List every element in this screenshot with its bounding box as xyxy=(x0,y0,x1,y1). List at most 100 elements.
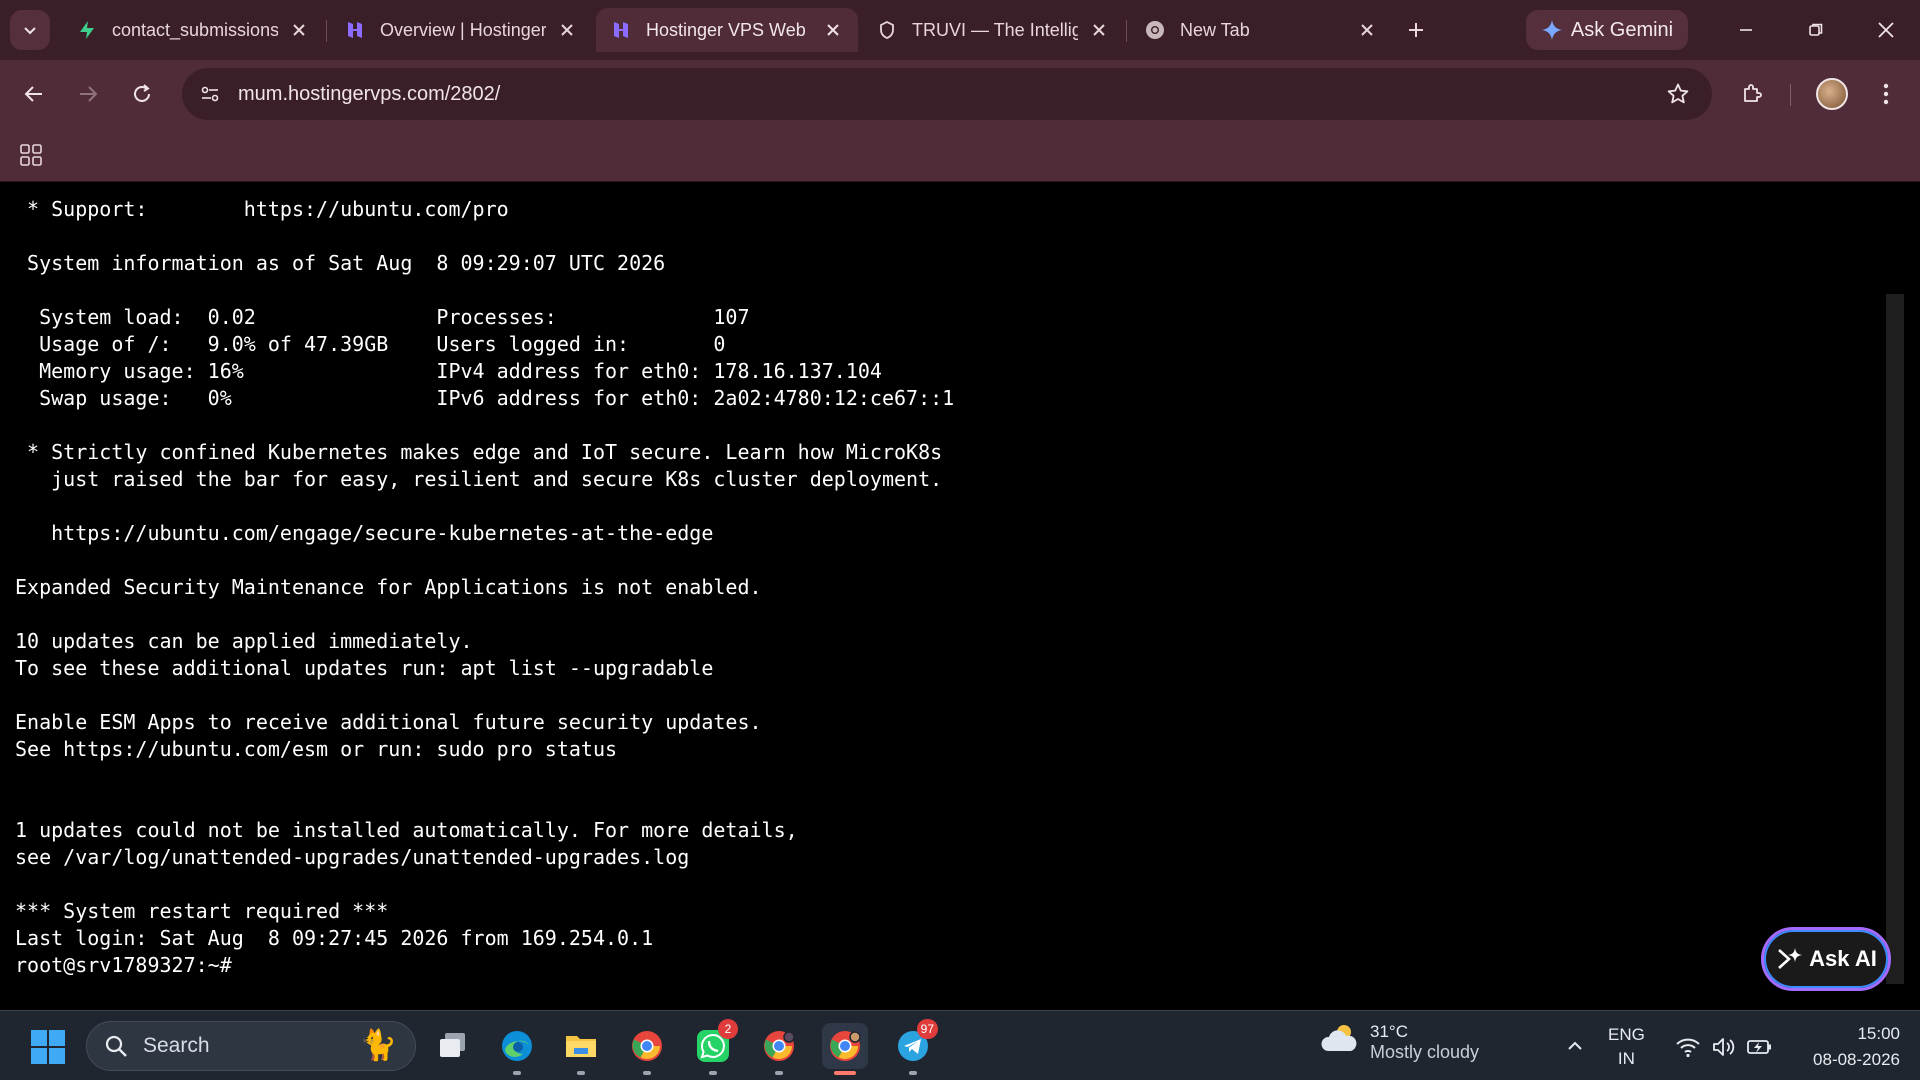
terminal-output[interactable]: * Support: https://ubuntu.com/pro System… xyxy=(15,196,954,979)
tab-title: TRUVI — The Intellig xyxy=(912,19,1078,40)
tab-overview-hostinger[interactable]: Overview | Hostinger xyxy=(330,8,592,52)
terminal-line: To see these additional updates run: apt… xyxy=(15,656,714,680)
terminal-line: Enable ESM Apps to receive additional fu… xyxy=(15,710,762,734)
tab-hostinger-vps-web[interactable]: Hostinger VPS Web xyxy=(596,8,858,52)
url-text[interactable]: mum.hostingervps.com/2802/ xyxy=(238,83,500,106)
forward-button[interactable] xyxy=(70,76,106,112)
profile-avatar[interactable] xyxy=(1816,78,1848,110)
hostinger-icon xyxy=(344,19,366,41)
hostinger-icon xyxy=(610,19,632,41)
clock-date: 08-08-2026 xyxy=(1813,1050,1900,1069)
file-explorer-app[interactable] xyxy=(558,1023,604,1075)
chrome-active-app[interactable] xyxy=(822,1023,868,1075)
restore-icon xyxy=(1809,23,1823,36)
close-icon[interactable] xyxy=(822,19,844,41)
close-window-button[interactable] xyxy=(1868,12,1904,48)
show-hidden-icons-button[interactable] xyxy=(1562,1033,1588,1059)
volume-icon[interactable] xyxy=(1710,1033,1738,1061)
wifi-icon[interactable] xyxy=(1674,1033,1702,1061)
tab-contact-submissions[interactable]: contact_submissions xyxy=(62,8,324,52)
terminal-line: see /var/log/unattended-upgrades/unatten… xyxy=(15,845,690,869)
apps-button[interactable] xyxy=(16,140,46,170)
reload-icon xyxy=(134,84,150,102)
battery-charging-icon[interactable] xyxy=(1746,1033,1774,1061)
whatsapp-app[interactable]: 2 xyxy=(690,1019,738,1075)
extensions-button[interactable] xyxy=(1734,76,1770,112)
windows-taskbar: Search 🐈 2 97 31°C Mostly cloudy ENG IN … xyxy=(0,1010,1920,1080)
edge-app[interactable] xyxy=(494,1023,540,1075)
ask-gemini-label: Ask Gemini xyxy=(1570,18,1674,41)
task-view-icon xyxy=(440,1033,465,1057)
terminal-line: * Strictly confined Kubernetes makes edg… xyxy=(15,440,943,464)
task-view-button[interactable] xyxy=(430,1023,476,1069)
minimize-icon xyxy=(1740,29,1752,31)
tab-separator xyxy=(1126,20,1127,42)
partly-cloudy-icon xyxy=(1320,1021,1360,1064)
browser-menu-button[interactable] xyxy=(1872,76,1900,112)
back-button[interactable] xyxy=(16,76,52,112)
close-icon[interactable] xyxy=(288,19,310,41)
tab-strip: contact_submissions Overview | Hostinger… xyxy=(0,0,1920,60)
toolbar-separator xyxy=(1790,84,1791,106)
tab-title: Overview | Hostinger xyxy=(380,19,546,40)
region-code: IN xyxy=(1617,1049,1635,1068)
telegram-app[interactable]: 97 xyxy=(890,1019,938,1075)
search-icon xyxy=(103,1033,129,1059)
ask-gemini-button[interactable]: Ask Gemini xyxy=(1526,10,1688,50)
running-indicator xyxy=(775,1071,783,1075)
start-button[interactable] xyxy=(30,1029,66,1065)
tab-search-button[interactable] xyxy=(10,10,50,50)
chevron-down-icon xyxy=(24,27,36,35)
terminal-line: *** System restart required *** xyxy=(15,899,389,923)
new-tab-button[interactable] xyxy=(1398,12,1434,48)
restore-button[interactable] xyxy=(1798,12,1834,48)
terminal-line: root@srv1789327:~# xyxy=(15,953,232,977)
ai-sparkle-icon xyxy=(1778,948,1803,969)
close-icon[interactable] xyxy=(1088,19,1110,41)
weather-condition: Mostly cloudy xyxy=(1370,1042,1480,1062)
plus-icon xyxy=(1409,23,1423,37)
minimize-button[interactable] xyxy=(1728,12,1764,48)
ask-ai-label: Ask AI xyxy=(1809,946,1877,971)
terminal-line: Last login: Sat Aug 8 09:27:45 2026 from… xyxy=(15,926,654,950)
taskbar-search[interactable]: Search 🐈 xyxy=(86,1021,416,1071)
chrome-app[interactable] xyxy=(624,1023,670,1075)
close-icon[interactable] xyxy=(1356,19,1378,41)
search-placeholder: Search xyxy=(143,1034,210,1057)
close-icon[interactable] xyxy=(556,19,578,41)
site-info-icon[interactable] xyxy=(190,74,230,114)
terminal-line: just raised the bar for easy, resilient … xyxy=(15,467,943,491)
apps-grid-icon xyxy=(20,144,42,166)
terminal-scrollbar[interactable] xyxy=(1886,294,1904,984)
language-code: ENG xyxy=(1608,1025,1645,1044)
tab-truvi[interactable]: TRUVI — The Intellig xyxy=(862,8,1124,52)
web-terminal[interactable]: * Support: https://ubuntu.com/pro System… xyxy=(0,182,1920,1010)
tab-title: contact_submissions xyxy=(112,19,278,40)
ask-ai-button[interactable]: Ask AI xyxy=(1761,927,1891,991)
tab-new-tab[interactable]: New Tab xyxy=(1130,8,1392,52)
running-indicator xyxy=(709,1071,717,1075)
active-indicator xyxy=(834,1071,856,1075)
address-bar[interactable]: mum.hostingervps.com/2802/ xyxy=(182,68,1712,120)
system-clock[interactable]: 15:00 08-08-2026 xyxy=(1790,1021,1900,1073)
more-vertical-icon xyxy=(1883,83,1889,105)
bookmark-star-icon[interactable] xyxy=(1662,78,1694,110)
tab-title: Hostinger VPS Web xyxy=(646,19,806,40)
weather-widget[interactable]: 31°C Mostly cloudy xyxy=(1320,1021,1479,1064)
tab-title: New Tab xyxy=(1180,19,1250,40)
input-language-indicator[interactable]: ENG IN xyxy=(1608,1023,1645,1071)
terminal-line: Usage of /: 9.0% of 47.39GB Users logged… xyxy=(15,332,726,356)
arrow-right-icon xyxy=(80,86,98,102)
terminal-line: Memory usage: 16% IPv4 address for eth0:… xyxy=(15,359,882,383)
chrome-active-icon xyxy=(830,1031,861,1061)
bookmarks-bar xyxy=(0,128,1920,182)
reload-button[interactable] xyxy=(124,76,160,112)
close-icon xyxy=(1878,22,1894,38)
file-explorer-icon xyxy=(566,1036,596,1057)
chrome-profile-app[interactable] xyxy=(756,1023,802,1075)
